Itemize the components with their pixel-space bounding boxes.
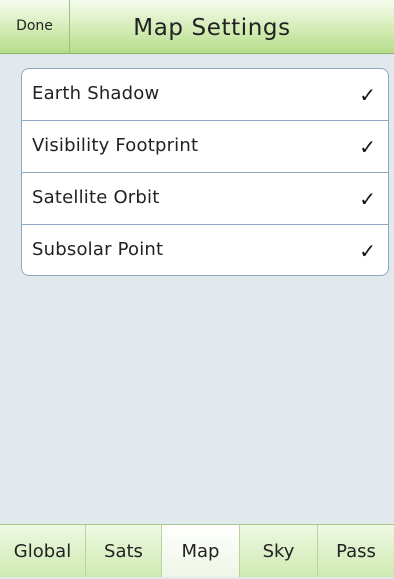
map-settings-list: Earth Shadow ✓ Visibility Footprint ✓ Sa…	[21, 68, 389, 276]
setting-label: Earth Shadow	[32, 83, 160, 104]
tab-bar: Global Sats Map Sky Pass	[0, 524, 394, 577]
tab-sky[interactable]: Sky	[240, 525, 318, 577]
checkmark-icon: ✓	[359, 135, 376, 159]
setting-row-earth-shadow[interactable]: Earth Shadow ✓	[22, 69, 388, 121]
tab-global[interactable]: Global	[0, 525, 86, 577]
setting-label: Satellite Orbit	[32, 187, 160, 208]
setting-row-visibility-footprint[interactable]: Visibility Footprint ✓	[22, 121, 388, 173]
setting-row-subsolar-point[interactable]: Subsolar Point ✓	[22, 225, 388, 275]
tab-map[interactable]: Map	[162, 525, 240, 577]
setting-label: Subsolar Point	[32, 239, 164, 260]
checkmark-icon: ✓	[359, 239, 376, 263]
done-button[interactable]: Done	[0, 0, 70, 53]
tab-sats[interactable]: Sats	[86, 525, 162, 577]
checkmark-icon: ✓	[359, 187, 376, 211]
setting-label: Visibility Footprint	[32, 135, 199, 156]
tab-pass[interactable]: Pass	[318, 525, 394, 577]
setting-row-satellite-orbit[interactable]: Satellite Orbit ✓	[22, 173, 388, 225]
checkmark-icon: ✓	[359, 83, 376, 107]
page-title: Map Settings	[133, 15, 291, 41]
navigation-bar: Done Map Settings	[0, 0, 394, 54]
